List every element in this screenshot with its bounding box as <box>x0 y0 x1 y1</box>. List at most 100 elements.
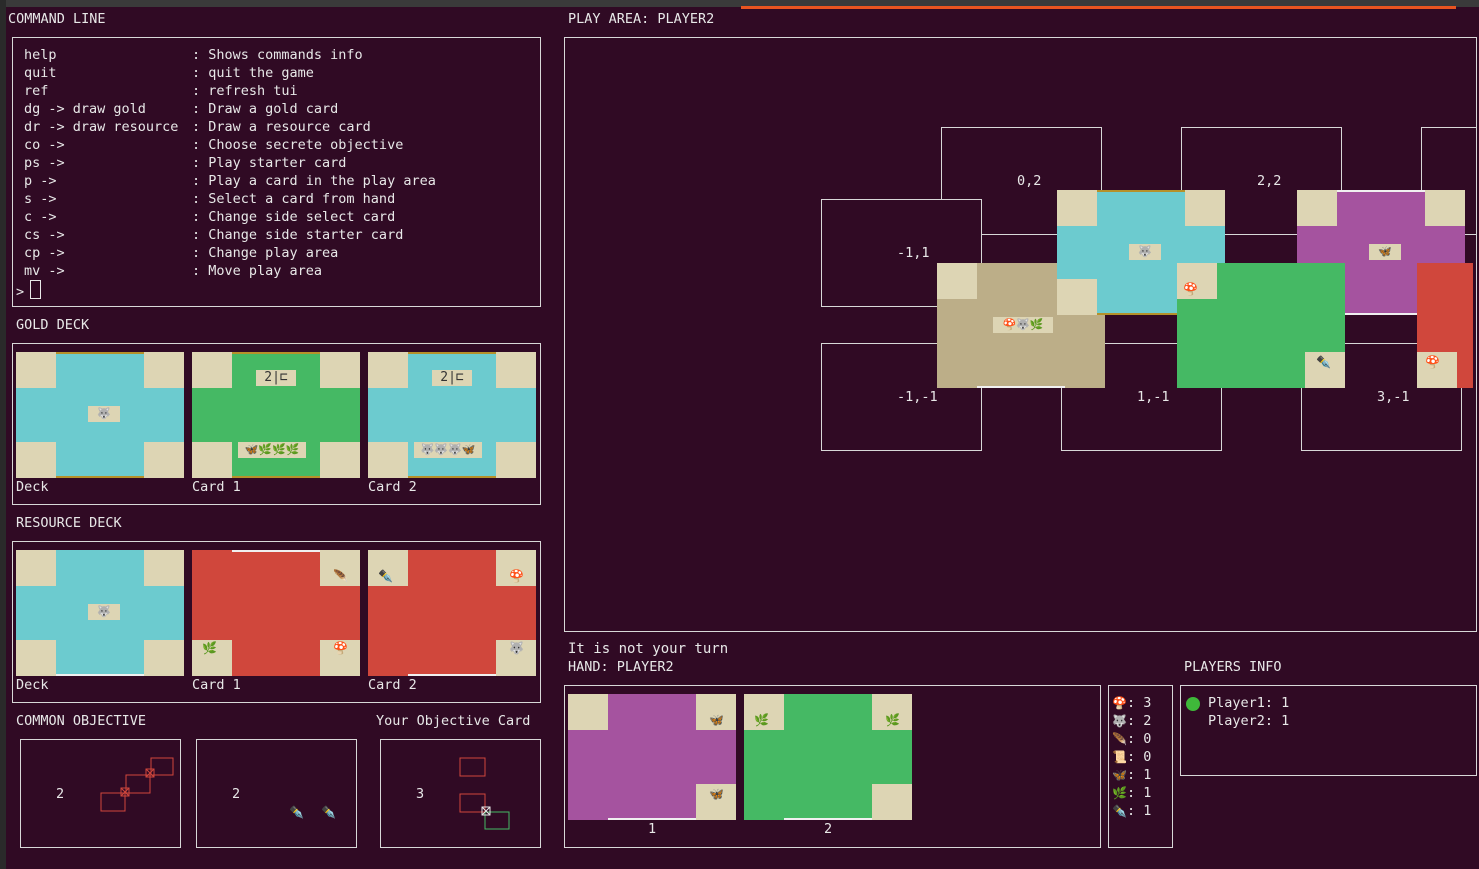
card-corner <box>496 352 536 388</box>
objective-points: 2 <box>232 786 241 802</box>
feather-icon: 🪶 <box>333 569 348 583</box>
window-left-edge <box>0 0 6 869</box>
resource-icon: 🍄 <box>1112 696 1127 710</box>
turn-status: It is not your turn <box>568 641 729 657</box>
command-name: quit <box>24 65 57 81</box>
resource-icon: 📜 <box>1112 750 1127 764</box>
resource-deck-card[interactable]: 🐺 <box>16 550 184 676</box>
card-corner <box>192 352 232 388</box>
card-corner <box>144 640 184 676</box>
slot-coordinate: -1,1 <box>897 245 930 261</box>
resource-icon: 🦋 <box>1112 768 1127 782</box>
card-corner <box>16 442 56 478</box>
resource-card-2[interactable]: ✒️ 🍄 🐺 <box>368 550 536 676</box>
common-objective-title: COMMON OBJECTIVE <box>16 713 147 729</box>
hand-card-2-label: 2 <box>824 821 833 837</box>
resource-card-1[interactable]: 🪶 🌿 🍄 <box>192 550 360 676</box>
resource-separator: : <box>1126 713 1144 729</box>
command-row: dg -> draw gold : Draw a gold card <box>24 100 338 118</box>
wolf-icon: 🐺 <box>88 406 120 422</box>
command-row: co -> : Choose secrete objective <box>24 136 403 154</box>
card-corner <box>16 550 56 586</box>
card-requirements: 🐺🐺🐺🦋 <box>414 442 482 458</box>
command-description: : Draw a resource card <box>192 119 371 135</box>
command-prompt[interactable]: > <box>16 280 42 301</box>
hand-card-2[interactable]: 🌿 🌿 <box>744 694 912 820</box>
gold-card-2-label: Card 2 <box>368 479 417 495</box>
gold-card-2[interactable]: 2|⊏ 🐺🐺🐺🦋 <box>368 352 536 478</box>
card-requirements: 🦋🌿🌿🌿 <box>238 442 306 458</box>
card-corner <box>1057 190 1097 226</box>
resource-icon: 🪶 <box>1112 732 1127 746</box>
mushroom-icon: 🍄 <box>1183 282 1198 296</box>
command-name: cs -> <box>24 227 65 243</box>
slot-coordinate: -1,-1 <box>897 389 938 405</box>
l-pattern-icon <box>459 757 510 830</box>
resource-separator: : <box>1126 767 1144 783</box>
butterfly-icon: 🦋 <box>1369 244 1401 260</box>
resource-counter-row: 🐺: 2 <box>1112 712 1151 730</box>
resource-count: 1 <box>1143 767 1152 783</box>
command-description: : Change play area <box>192 245 339 261</box>
command-line-title: COMMAND LINE <box>8 11 106 27</box>
hand-title: HAND: PLAYER2 <box>568 659 674 675</box>
command-name: co -> <box>24 137 65 153</box>
card-corner <box>937 263 977 299</box>
players-info-panel: Player1: 1 Player2: 1 <box>1180 685 1477 776</box>
butterfly-icon: 🦋 <box>709 787 724 801</box>
resource-separator: : <box>1126 749 1144 765</box>
placed-card-red[interactable]: 🍄 <box>1417 263 1473 388</box>
placed-card-green[interactable]: 🍄 ✒️ <box>1177 263 1345 388</box>
resource-separator: : <box>1126 803 1144 819</box>
card-corner <box>1297 190 1337 226</box>
command-description: : Move play area <box>192 263 323 279</box>
starter-center-resources: 🍄🐺🌿 <box>993 317 1053 333</box>
gold-deck-card[interactable]: 🐺 <box>16 352 184 478</box>
resource-count: 0 <box>1143 731 1152 747</box>
resource-separator: : <box>1126 731 1144 747</box>
command-description: : Choose secrete objective <box>192 137 404 153</box>
card-corner <box>368 352 408 388</box>
mushroom-icon: 🍄 <box>509 569 524 583</box>
command-row: s ->: Select a card from hand <box>24 190 395 208</box>
resource-icon: 🌿 <box>1112 786 1127 800</box>
resource-count: 3 <box>1143 695 1152 711</box>
your-objective-card[interactable]: 3 <box>380 739 541 848</box>
quill-icon: ✒️ <box>321 805 336 819</box>
command-name: ps -> <box>24 155 65 171</box>
command-row: help: Shows commands info <box>24 46 363 64</box>
play-area-title: PLAY AREA: PLAYER2 <box>568 11 715 27</box>
quill-icon: ✒️ <box>1316 355 1331 369</box>
resource-counter-row: 🦋: 1 <box>1112 766 1151 784</box>
command-name: dr -> draw resource <box>24 119 179 135</box>
card-corner <box>144 442 184 478</box>
card-corner <box>320 442 360 478</box>
command-description: : quit the game <box>192 65 314 81</box>
your-objective-title: Your Objective Card <box>376 713 531 729</box>
slot-coordinate: 2,2 <box>1257 173 1282 189</box>
resource-counter-panel: 🍄: 3 🐺: 2 🪶: 0 📜: 0 🦋: 1 🌿: 1 ✒️: 1 <box>1108 685 1173 848</box>
command-description: : Draw a gold card <box>192 101 339 117</box>
player-1-info: Player1: 1 <box>1208 695 1290 711</box>
player-2-info: Player2: 1 <box>1208 713 1290 729</box>
command-row: p ->: Play a card in the play area <box>24 172 436 190</box>
command-name: c -> <box>24 209 57 225</box>
common-objective-card-2[interactable]: 2 ✒️ ✒️ <box>196 739 357 848</box>
common-objective-card-1[interactable]: 2 <box>20 739 181 848</box>
command-name: dg -> draw gold <box>24 101 146 117</box>
command-description: : refresh tui <box>192 83 298 99</box>
card-points: 2|⊏ <box>256 370 296 386</box>
command-name: mv -> <box>24 263 65 279</box>
text-cursor[interactable] <box>30 280 42 299</box>
card-corner <box>144 352 184 388</box>
slot-coordinate: 3,-1 <box>1377 389 1410 405</box>
gold-card-1[interactable]: 2|⊏ 🦋🌿🌿🌿 <box>192 352 360 478</box>
resource-card-2-label: Card 2 <box>368 677 417 693</box>
gold-deck-title: GOLD DECK <box>16 317 90 333</box>
slot-coordinate: 1,-1 <box>1137 389 1170 405</box>
quill-icon: ✒️ <box>378 569 393 583</box>
command-name: cp -> <box>24 245 65 261</box>
play-area-panel[interactable]: 0,2 2,2 -1,1 -1,-1 1,-1 3,-1 🍄🐺🌿 🐺 🦋 🍄 ✒… <box>564 37 1477 632</box>
hand-card-1[interactable]: 🦋 🦋 <box>568 694 736 820</box>
command-row: mv -> : Move play area <box>24 262 322 280</box>
